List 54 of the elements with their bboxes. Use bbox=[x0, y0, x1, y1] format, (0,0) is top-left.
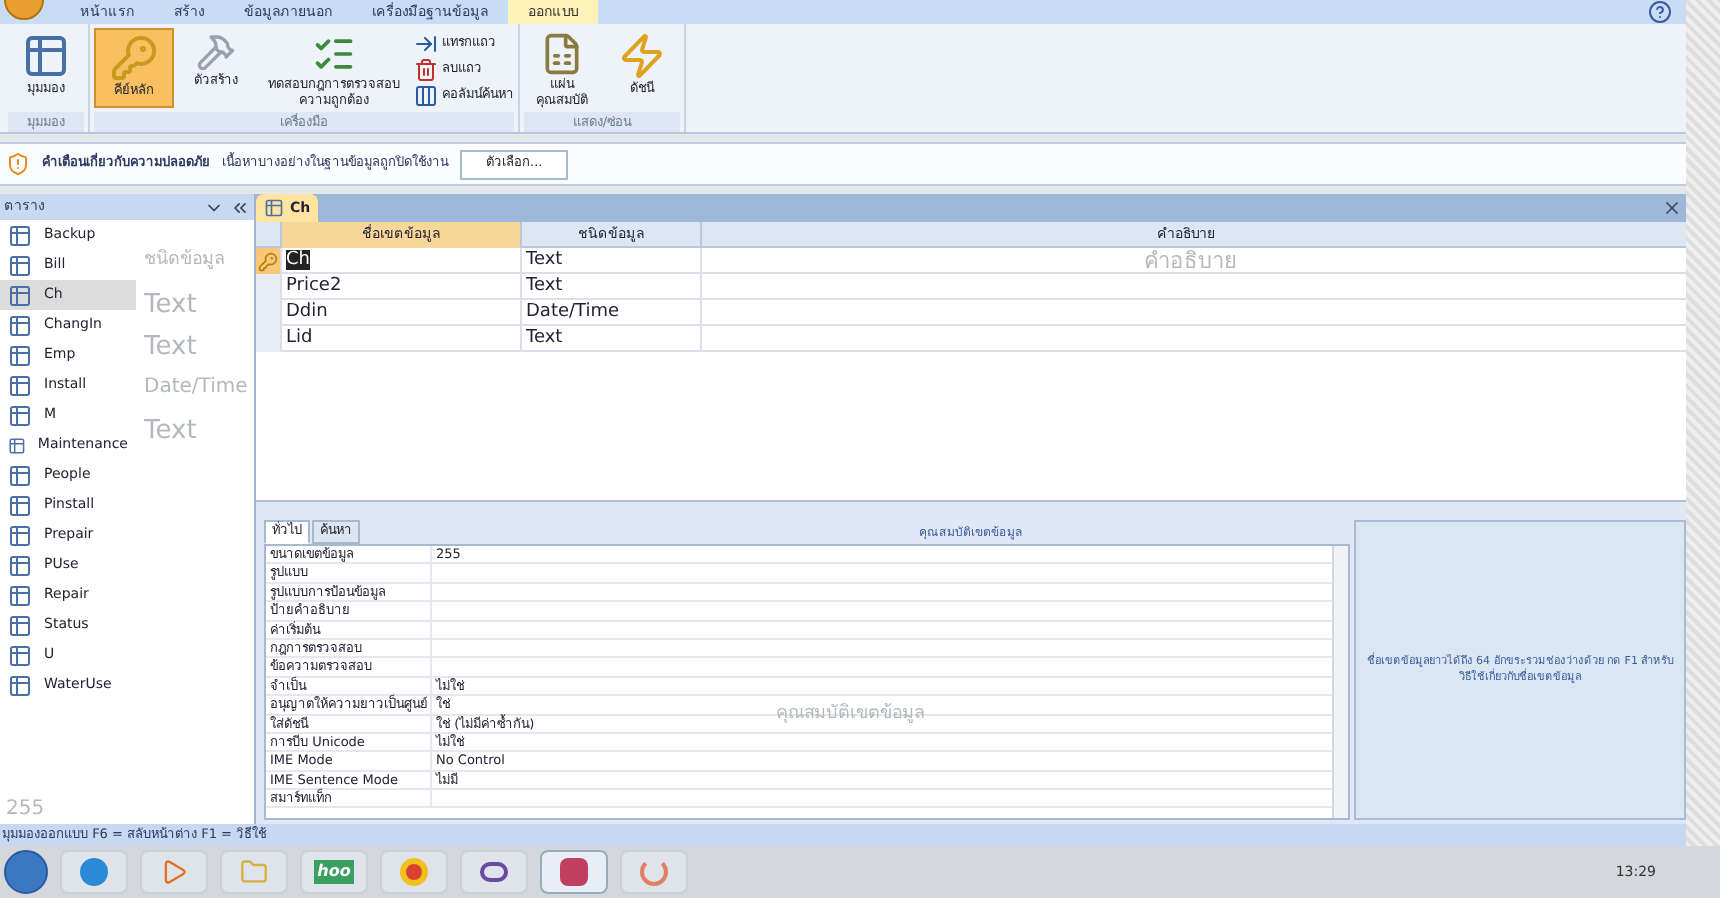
field-name-cell[interactable]: Ddin bbox=[280, 300, 520, 326]
shield-icon bbox=[6, 152, 30, 176]
scrollbar[interactable] bbox=[1332, 546, 1348, 818]
table-icon bbox=[8, 403, 32, 427]
key-icon bbox=[110, 34, 158, 82]
columns-icon bbox=[414, 83, 438, 107]
ghost-label: Text bbox=[144, 330, 197, 366]
folder-icon bbox=[240, 858, 268, 886]
table-icon bbox=[264, 198, 284, 218]
field-name-cell[interactable]: Ch bbox=[280, 248, 520, 274]
ghost-label: Text bbox=[144, 288, 197, 324]
play-icon bbox=[160, 858, 188, 886]
hammer-icon bbox=[196, 32, 236, 72]
media-taskbar-button[interactable] bbox=[140, 850, 208, 894]
insert-row-icon bbox=[414, 31, 438, 55]
ghost-label: ชนิดข้อมูล bbox=[144, 248, 226, 274]
ghost-label: Date/Time bbox=[144, 374, 248, 402]
data-type-cell[interactable]: Text bbox=[520, 326, 700, 352]
field-name-cell[interactable]: Price2 bbox=[280, 274, 520, 300]
table-icon bbox=[8, 493, 32, 517]
lightning-icon bbox=[618, 32, 666, 80]
table-icon bbox=[22, 32, 70, 80]
folder-taskbar-button[interactable] bbox=[220, 850, 288, 894]
table-icon bbox=[8, 253, 32, 277]
data-type-cell[interactable]: Date/Time bbox=[520, 300, 700, 326]
collapse-icon[interactable] bbox=[230, 197, 250, 217]
table-icon bbox=[8, 463, 32, 487]
table-icon bbox=[8, 643, 32, 667]
table-icon bbox=[8, 613, 32, 637]
chrome-taskbar-button[interactable] bbox=[380, 850, 448, 894]
delete-row-icon bbox=[414, 57, 438, 81]
field-name-cell[interactable]: Lid bbox=[280, 326, 520, 352]
vs-taskbar-button[interactable] bbox=[460, 850, 528, 894]
table-icon bbox=[8, 523, 32, 547]
table-icon bbox=[8, 553, 32, 577]
ghost-label: คำอธิบาย bbox=[1144, 246, 1236, 278]
table-icon bbox=[8, 433, 26, 457]
table-icon bbox=[8, 583, 32, 607]
ghost-label: Text bbox=[144, 414, 197, 450]
table-icon bbox=[8, 373, 32, 397]
loader-taskbar-button[interactable] bbox=[620, 850, 688, 894]
table-icon bbox=[8, 313, 32, 337]
ghost-label: 255 bbox=[6, 796, 45, 824]
table-icon bbox=[8, 283, 32, 307]
start-button[interactable] bbox=[4, 850, 48, 894]
data-type-cell[interactable]: Text bbox=[520, 274, 700, 300]
browser-taskbar-button[interactable] bbox=[60, 850, 128, 894]
data-type-cell[interactable]: Text bbox=[520, 248, 700, 274]
table-icon bbox=[8, 223, 32, 247]
help-icon[interactable] bbox=[1648, 0, 1672, 24]
access-taskbar-button[interactable] bbox=[540, 850, 608, 894]
close-icon[interactable] bbox=[1662, 198, 1682, 218]
table-icon bbox=[8, 673, 32, 697]
table-icon bbox=[8, 343, 32, 367]
